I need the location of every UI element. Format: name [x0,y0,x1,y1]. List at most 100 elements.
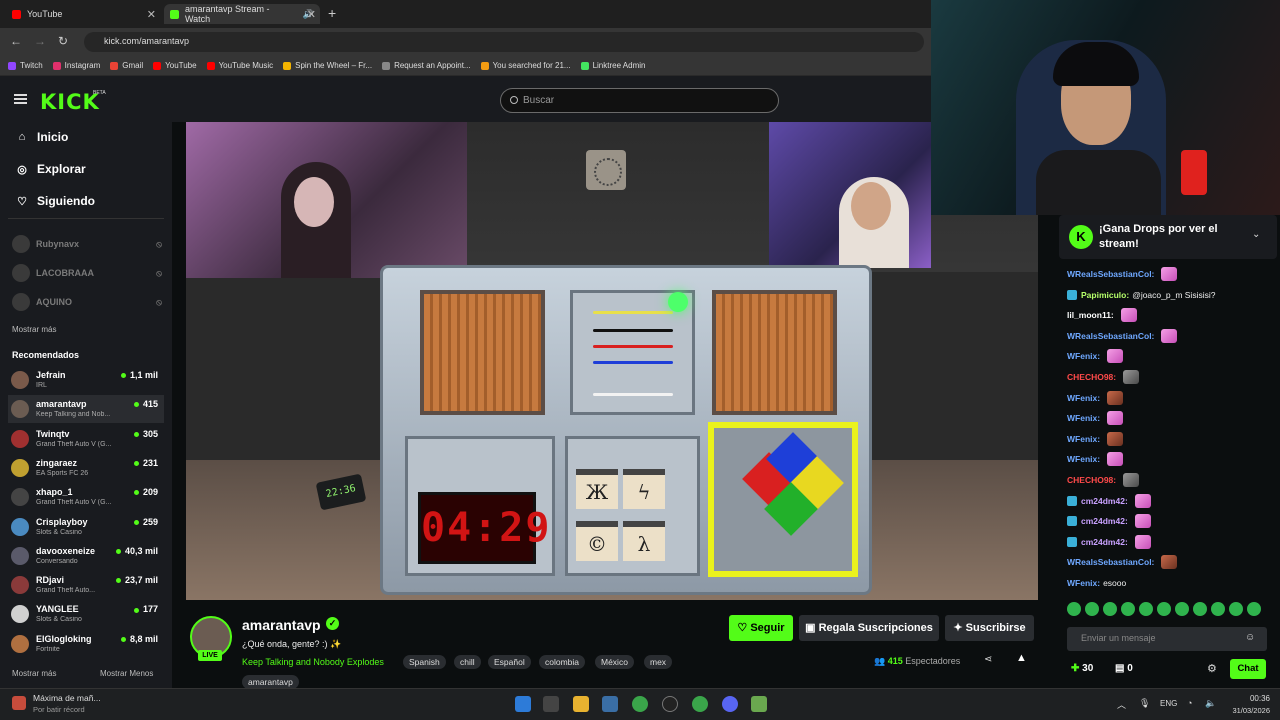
close-icon[interactable]: ✕ [147,8,156,21]
gear-icon[interactable]: ⚙ [1207,662,1217,675]
bookmark[interactable]: YouTube [153,61,197,70]
tag[interactable]: chill [454,655,481,669]
followed-channel[interactable]: Rubynavx ⦸ [12,235,162,253]
language-indicator[interactable]: ENG [1160,699,1177,708]
recommended-channel[interactable]: RDjavi Grand Theft Auto... 23,7 mil [8,571,164,599]
channel-points[interactable]: ✚ 30 [1071,663,1093,674]
tab-youtube[interactable]: YouTube ✕ [6,4,160,24]
stream-category-link[interactable]: Keep Talking and Nobody Explodes [242,657,384,667]
nav-explorar[interactable]: ◎ Explorar [16,162,86,176]
url-field[interactable]: kick.com/amarantavp [84,32,924,52]
chat-username[interactable]: cm24dm42: [1081,535,1128,549]
chat-username[interactable]: cm24dm42: [1081,494,1128,508]
bookmark[interactable]: Request an Appoint... [382,61,471,70]
chat-username[interactable]: WRealsSebastianCol: [1067,555,1154,569]
recommended-channel[interactable]: YANGLEE Slots & Casino 177 [8,600,164,628]
followed-channel[interactable]: AQUINO ⦸ [12,293,162,311]
bookmark[interactable]: Instagram [52,61,100,70]
bookmark-icon [283,61,292,70]
new-tab-button[interactable]: + [328,5,336,21]
recommended-channel[interactable]: xhapo_1 Grand Theft Auto V (G... 209 [8,483,164,511]
tag[interactable]: amarantavp [242,675,299,689]
emoji-icon[interactable]: ☺ [1245,632,1255,643]
recommended-channel[interactable]: amarantavp Keep Talking and Nob... 415 [8,395,164,424]
viewer-count: 305 [134,429,158,439]
volume-icon[interactable]: 🔈 [1205,698,1216,709]
chat-username[interactable]: WFenix: [1067,432,1100,446]
recommended-channel[interactable]: davooxeneize Conversando 40,3 mil [8,542,164,570]
show-more-bottom-link[interactable]: Mostrar más [12,669,56,678]
tag[interactable]: México [595,655,634,669]
recommended-channel[interactable]: Jefrain IRL 1,1 mil [8,366,164,394]
obs-icon[interactable] [662,696,678,712]
task-view-icon[interactable] [543,696,559,712]
store-icon[interactable] [602,696,618,712]
tab-kick[interactable]: amarantavp Stream - Watch 🔊 ✕ [164,4,320,24]
bookmark[interactable]: Twitch [8,61,43,70]
search-input[interactable]: Buscar [500,88,779,113]
weather-title[interactable]: Máxima de mañ... [33,693,101,703]
emote-icon [1134,493,1151,508]
chat-username[interactable]: lil_moon11: [1067,308,1114,322]
chrome-icon[interactable] [632,696,648,712]
system-date[interactable]: 31/03/2026 [1220,706,1270,715]
forward-icon[interactable]: → [34,34,46,48]
recommended-channel[interactable]: zingaraez EA Sports FC 26 231 [8,454,164,482]
bag-counter[interactable]: ▤ 0 [1115,663,1133,674]
follow-button[interactable]: ♡ Seguir [729,615,793,641]
subscribe-button[interactable]: ✦ Suscribirse [945,615,1034,641]
emote-quickbar[interactable] [1067,602,1267,618]
discord-icon[interactable] [722,696,738,712]
followed-channel[interactable]: LACOBRAAA ⦸ [12,264,162,282]
report-icon[interactable]: ▲ [1016,652,1027,664]
bookmark[interactable]: Gmail [110,61,143,70]
tag[interactable]: colombia [539,655,586,669]
bookmark[interactable]: Spin the Wheel – Fr... [283,61,372,70]
recommended-channel[interactable]: Twinqtv Grand Theft Auto V (G... 305 [8,425,164,453]
share-icon[interactable]: ⋖ [984,654,992,665]
bookmark[interactable]: YouTube Music [206,61,273,70]
close-icon[interactable]: ✕ [307,8,316,21]
show-more-link[interactable]: Mostrar más [12,325,56,334]
minecraft-icon[interactable] [751,696,767,712]
tag[interactable]: Español [488,655,531,669]
show-less-link[interactable]: Mostrar Menos [100,669,153,678]
channel-name[interactable]: amarantavp [242,617,321,633]
chat-input[interactable]: Enviar un mensaje [1067,627,1267,651]
kick-logo[interactable]: KICK [40,90,100,114]
chat-username[interactable]: WFenix: [1067,411,1100,425]
weather-icon[interactable] [12,696,26,710]
chat-username[interactable]: CHECHO98: [1067,370,1116,384]
chat-username[interactable]: WFenix: [1067,349,1100,363]
recommended-channel[interactable]: ElGlogloking Fortnite 8,8 mil [8,630,164,658]
start-icon[interactable] [515,696,531,712]
chat-username[interactable]: Papimiculo: [1081,288,1129,302]
menu-icon[interactable] [14,94,27,104]
chat-username[interactable]: WFenix: [1067,452,1100,466]
reload-icon[interactable]: ↻ [58,34,68,48]
tag[interactable]: Spanish [403,655,446,669]
bookmark[interactable]: You searched for 21... [480,61,571,70]
chat-username[interactable]: cm24dm42: [1081,514,1128,528]
nav-siguiendo[interactable]: ♡ Siguiendo [16,194,95,208]
back-icon[interactable]: ← [10,34,22,48]
chat-username[interactable]: CHECHO98: [1067,473,1116,487]
nav-inicio[interactable]: ⌂ Inicio [16,130,69,144]
send-chat-button[interactable]: Chat [1230,659,1266,679]
wifi-icon[interactable]: ◔ [1187,698,1192,708]
chat-username[interactable]: WFenix: [1067,391,1100,405]
chrome-icon[interactable] [692,696,708,712]
chat-username[interactable]: WRealsSebastianCol: [1067,329,1154,343]
chevron-down-icon[interactable]: ⌄ [1252,229,1260,240]
tag[interactable]: mex [644,655,673,669]
gift-subs-button[interactable]: ▣ Regala Suscripciones [799,615,939,641]
chat-username[interactable]: WFenix: [1067,576,1100,590]
system-time[interactable]: 00:36 [1226,694,1270,703]
chat-message: cm24dm42: [1067,514,1151,529]
microphone-icon[interactable]: 🎙 [1139,698,1150,709]
bookmark[interactable]: Linktree Admin [580,61,645,70]
file-explorer-icon[interactable] [573,696,589,712]
chevron-up-icon[interactable]: ︿ [1117,698,1126,711]
chat-username[interactable]: WRealsSebastianCol: [1067,267,1154,281]
recommended-channel[interactable]: Crisplayboy Slots & Casino 259 [8,513,164,541]
